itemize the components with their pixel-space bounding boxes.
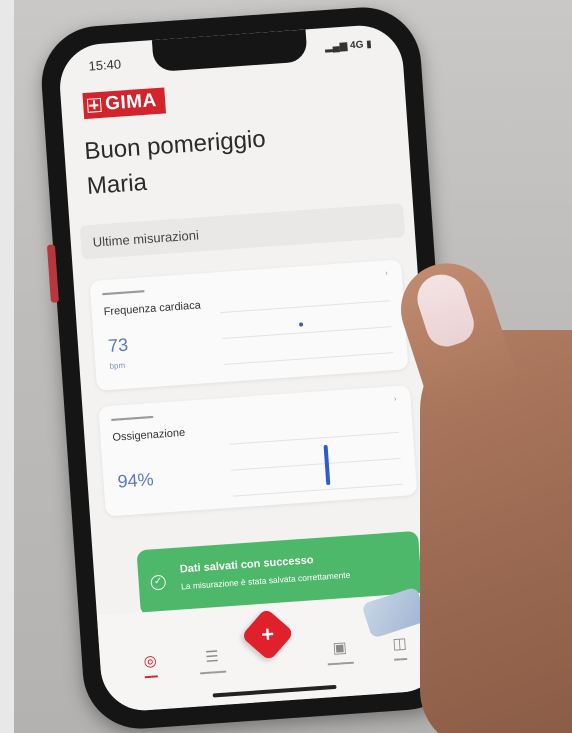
phone-notch: [151, 29, 308, 73]
greeting: Buon pomeriggio Maria: [83, 123, 269, 205]
logo-text: GIMA: [104, 90, 158, 115]
oxygen-data-bar: [323, 444, 331, 486]
left-margin: [0, 0, 14, 733]
card-chevron-icon[interactable]: ›: [393, 394, 396, 403]
medical-cross-icon: [86, 97, 102, 113]
chart-gridline: [223, 352, 394, 365]
thumbnail-nail: [411, 268, 480, 352]
gima-logo: GIMA: [82, 87, 166, 120]
plus-icon[interactable]: +: [247, 614, 288, 655]
oxygen-value: 94%: [116, 469, 155, 492]
list-icon: ☰: [204, 648, 220, 666]
chart-gridline: [229, 431, 399, 445]
toast-title: Dati salvati con successo: [179, 554, 314, 576]
heart-rate-value: 73: [107, 334, 129, 356]
card-title: Ossigenazione: [112, 426, 186, 444]
device-icon: ▣: [332, 639, 348, 658]
status-time: 15:40: [88, 56, 122, 74]
tab-measurements[interactable]: ☰ ▬▬▬▬: [181, 645, 243, 677]
tab-devices[interactable]: ▣ ▬▬▬▬: [309, 636, 371, 668]
heart-rate-unit: bpm: [109, 360, 126, 371]
chart-gridline: [220, 300, 390, 314]
check-circle-icon: ✓: [150, 574, 167, 591]
phone-screen: 15:40 ▂▄▆ 4G ▮ GIMA Buon pomeriggio Mari…: [57, 22, 447, 714]
tab-home-label: ▬▬: [144, 672, 158, 681]
signal-icon: ▂▄▆: [324, 40, 348, 54]
home-icon: ◎: [143, 652, 158, 671]
card-chevron-icon[interactable]: ›: [385, 268, 388, 277]
chart-gridline: [221, 326, 392, 340]
home-indicator[interactable]: [212, 684, 337, 698]
tab-devices-label: ▬▬▬▬: [327, 658, 355, 668]
network-label: 4G: [349, 39, 364, 52]
phone-device: 15:40 ▂▄▆ 4G ▮ GIMA Buon pomeriggio Mari…: [37, 3, 467, 733]
card-date: ▬▬▬▬▬▬: [102, 287, 145, 298]
card-date: ▬▬▬▬▬▬: [111, 413, 154, 423]
section-title: Ultime misurazioni: [92, 227, 200, 250]
section-header: Ultime misurazioni: [79, 203, 406, 260]
chart-gridline: [232, 483, 403, 497]
heart-rate-card[interactable]: ▬▬▬▬▬▬ › Frequenza cardiaca 73 bpm: [89, 259, 409, 391]
heart-rate-data-point: [298, 322, 304, 327]
chart-gridline: [231, 457, 401, 471]
battery-icon: ▮: [365, 38, 373, 51]
oxygen-card[interactable]: ▬▬▬▬▬▬ › Ossigenazione 94%: [98, 385, 418, 517]
card-title: Frequenza cardiaca: [103, 299, 202, 319]
tab-measurements-label: ▬▬▬▬: [199, 667, 227, 677]
tab-home[interactable]: ◎ ▬▬: [120, 650, 182, 682]
status-icons: ▂▄▆ 4G ▮: [325, 39, 373, 53]
